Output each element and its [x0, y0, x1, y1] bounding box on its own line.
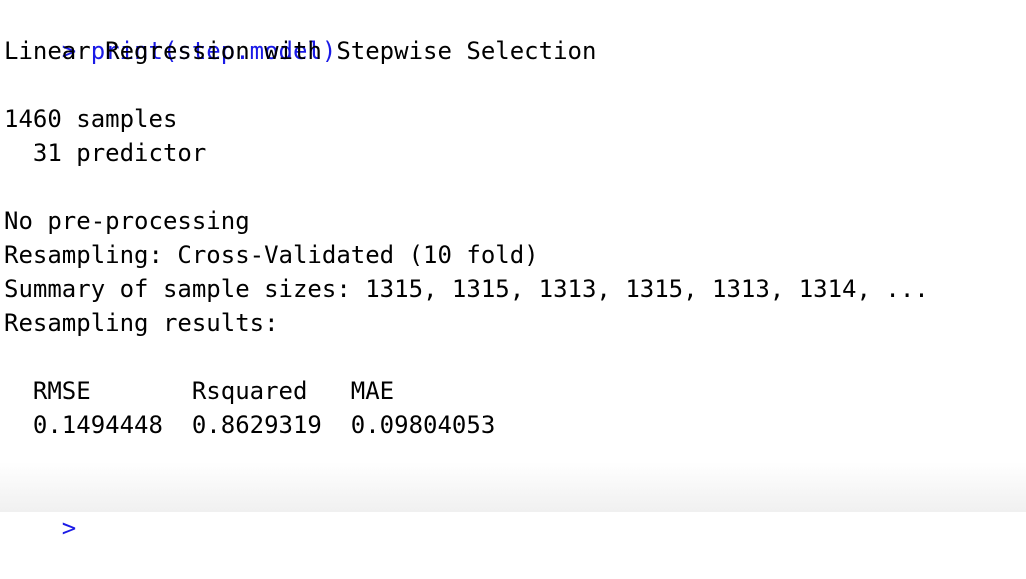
input-prompt: >	[61, 514, 77, 542]
resampling-info: Resampling: Cross-Validated (10 fold)	[4, 241, 539, 269]
results-header: Resampling results:	[4, 309, 279, 337]
preprocessing-info: No pre-processing	[4, 207, 250, 235]
predictor-count: 31 predictor	[4, 139, 207, 167]
sample-sizes-summary: Summary of sample sizes: 1315, 1315, 131…	[4, 275, 929, 303]
metrics-header: RMSE Rsquared MAE	[4, 377, 496, 405]
r-console: > print(step.model) Linear Regression wi…	[0, 0, 1026, 542]
command-line: > print(step.model)	[4, 0, 337, 65]
metrics-values: 0.1494448 0.8629319 0.09804053	[4, 411, 496, 439]
samples-count: 1460 samples	[4, 105, 178, 133]
input-area-shade	[0, 462, 1026, 512]
input-line[interactable]: >	[4, 477, 76, 542]
model-title: Linear Regression with Stepwise Selectio…	[4, 37, 597, 65]
text-cursor	[26, 484, 28, 506]
